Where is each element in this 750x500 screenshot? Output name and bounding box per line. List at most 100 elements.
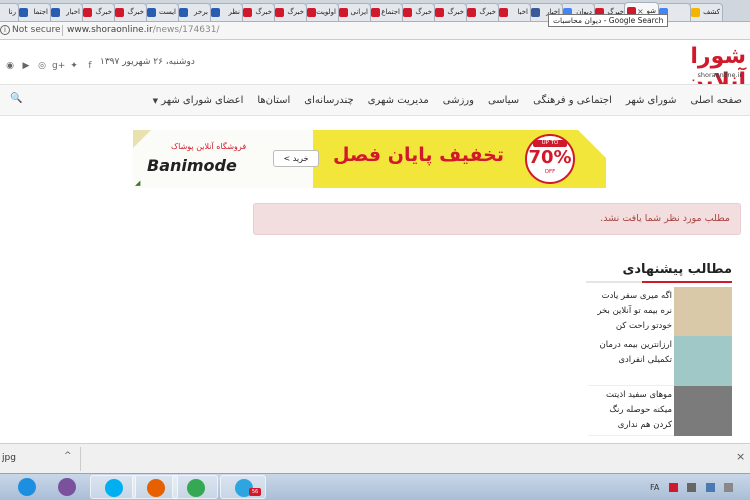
browser-tab[interactable]: ایست bbox=[144, 3, 179, 21]
rss-icon[interactable]: ◉ bbox=[4, 61, 16, 71]
banner-discount-badge: UP TO 70% OFF bbox=[525, 134, 575, 184]
tab-favicon-icon bbox=[467, 8, 476, 17]
browser-tab[interactable]: برخر bbox=[176, 3, 211, 21]
browser-tab[interactable]: اخبار bbox=[48, 3, 83, 21]
close-icon[interactable]: × bbox=[736, 450, 745, 463]
site-logo[interactable]: شورا آنلاین shoraonline.ir bbox=[628, 44, 747, 94]
taskbar-app[interactable] bbox=[172, 475, 218, 499]
nav-item[interactable]: مدیریت شهری bbox=[368, 95, 429, 106]
browser-tab[interactable]: خبرگ bbox=[240, 3, 275, 21]
browser-tab[interactable]: رنا bbox=[0, 3, 19, 21]
suggested-thumbnail[interactable] bbox=[674, 336, 732, 386]
nav-item[interactable]: ورزشی bbox=[443, 95, 474, 106]
tab-label: اجتما bbox=[33, 8, 48, 16]
search-icon[interactable]: 🔍 bbox=[10, 93, 22, 104]
nav-item[interactable]: سیاسی bbox=[488, 95, 519, 106]
suggested-thumbnail[interactable] bbox=[674, 287, 732, 337]
suggested-item[interactable]: موهای سفید اذیتت میکنه حوصله رنگ کردن هم… bbox=[588, 386, 732, 436]
tab-label: نظر bbox=[228, 8, 240, 16]
suggested-item[interactable]: ارزانترین بیمه درمان تکمیلی انفرادی bbox=[588, 336, 732, 386]
browser-tab[interactable]: اولویت bbox=[304, 3, 339, 21]
nav-item[interactable]: شورای شهر bbox=[626, 95, 677, 106]
download-filename[interactable]: jpg bbox=[2, 453, 16, 463]
tray-flag-icon[interactable] bbox=[687, 482, 697, 492]
suggested-item-title[interactable]: موهای سفید اذیتت میکنه حوصله رنگ کردن هم… bbox=[588, 388, 672, 433]
security-label: Not secure bbox=[12, 25, 61, 35]
tab-favicon-icon bbox=[435, 8, 444, 17]
nav-items: صفحه اصلی شورای شهر اجتماعی و فرهنگی سیاسی و… bbox=[139, 93, 742, 106]
tab-label: اجتماع bbox=[381, 8, 400, 16]
nav-item-label: شورای شهر bbox=[625, 95, 677, 106]
nav-item[interactable]: چندرسانه‌ای bbox=[304, 95, 353, 106]
taskbar-app[interactable]: 56 bbox=[220, 475, 266, 499]
browser-tab[interactable]: اخبا bbox=[496, 3, 531, 21]
banner-ad[interactable]: فروشگاه آنلاین پوشاک Banimode خرید > تخف… bbox=[133, 130, 606, 188]
url-separator bbox=[62, 25, 63, 36]
social-links: ◉ ▶ ◎ g+ ✦ f bbox=[4, 58, 100, 71]
nav-item[interactable]: اعضای شورای شهر ▼ bbox=[153, 95, 244, 106]
suggested-item-title[interactable]: اگه میری سفر یادت نره بیمه تو آنلاین بخر… bbox=[588, 289, 672, 334]
firefox-icon bbox=[147, 479, 165, 497]
facebook-icon[interactable]: f bbox=[84, 61, 96, 71]
nav-item[interactable]: استان‌ها bbox=[257, 95, 290, 106]
chevron-up-icon[interactable]: ^ bbox=[64, 451, 72, 461]
security-indicator[interactable]: i Not secure bbox=[0, 25, 61, 35]
tab-favicon-icon bbox=[147, 8, 156, 17]
tray-volume-icon[interactable] bbox=[724, 482, 734, 492]
browser-tab[interactable]: خبرگ bbox=[112, 3, 147, 21]
browser-tab[interactable]: خبرگ bbox=[272, 3, 307, 21]
tray-network-icon[interactable] bbox=[705, 482, 715, 492]
suggested-item-title[interactable]: ارزانترین بیمه درمان تکمیلی انفرادی bbox=[588, 338, 672, 368]
url-text[interactable]: www.shoraonline.ir/news/174631/ bbox=[67, 25, 220, 35]
main-nav: صفحه اصلی شورای شهر اجتماعی و فرهنگی سیاسی و… bbox=[0, 84, 750, 116]
instagram-icon[interactable]: ◎ bbox=[36, 61, 48, 71]
banner-adchoice-icon: ◢ bbox=[135, 179, 141, 187]
browser-tab[interactable]: کشف bbox=[688, 3, 723, 21]
youtube-icon[interactable]: ▶ bbox=[20, 61, 32, 71]
system-tray: FA bbox=[650, 480, 739, 493]
browser-tab[interactable]: اجتما bbox=[16, 3, 51, 21]
tray-app-icon[interactable] bbox=[668, 482, 678, 492]
taskbar-app[interactable] bbox=[44, 475, 90, 499]
browser-tab[interactable]: اجتماع bbox=[368, 3, 403, 21]
nav-item-label: صفحه اصلی bbox=[690, 95, 742, 106]
tab-label: خبرگ bbox=[287, 8, 304, 16]
tab-favicon-icon bbox=[307, 8, 316, 17]
browser-tab[interactable]: نظر bbox=[208, 3, 243, 21]
browser-tab[interactable]: خبرگ bbox=[80, 3, 115, 21]
info-icon: i bbox=[0, 25, 10, 35]
nav-item-label: اعضای شورای شهر bbox=[161, 95, 244, 106]
tab-favicon-icon bbox=[51, 8, 60, 17]
suggested-item[interactable]: اگه میری سفر یادت نره بیمه تو آنلاین بخر… bbox=[588, 287, 732, 337]
tab-label: خبرگ bbox=[255, 8, 272, 16]
tab-label: برخر bbox=[194, 8, 208, 16]
chrome-icon bbox=[187, 479, 205, 497]
suggested-title: مطالب پیشنهادی bbox=[622, 262, 732, 277]
banner-sale-text: تخفیف پایان فصل bbox=[333, 144, 504, 166]
tab-favicon-icon bbox=[499, 8, 508, 17]
banner-buy-button[interactable]: خرید > bbox=[273, 150, 319, 167]
tab-favicon-icon bbox=[115, 8, 124, 17]
tab-label: ایست bbox=[158, 8, 176, 16]
nav-item[interactable]: اجتماعی و فرهنگی bbox=[533, 95, 612, 106]
suggested-underline-accent bbox=[642, 281, 732, 283]
taskbar-app[interactable] bbox=[90, 475, 136, 499]
taskbar: FA 56 bbox=[0, 473, 750, 500]
browser-tab[interactable]: خبرگ bbox=[400, 3, 435, 21]
tab-favicon-icon bbox=[83, 8, 92, 17]
nav-item[interactable]: صفحه اصلی bbox=[691, 95, 742, 106]
google-plus-icon[interactable]: g+ bbox=[52, 61, 65, 71]
badge-off: OFF bbox=[544, 169, 556, 175]
suggested-thumbnail[interactable] bbox=[674, 386, 732, 436]
tab-label: رنا bbox=[8, 8, 16, 16]
language-indicator[interactable]: FA bbox=[650, 483, 659, 492]
tab-tooltip: Google Search - دیوان محاسبات bbox=[548, 14, 669, 27]
not-found-alert: مطلب مورد نظر شما یافت نشد. bbox=[253, 203, 741, 235]
tab-label: خبرگ bbox=[95, 8, 112, 16]
banner-corner-triangle bbox=[133, 130, 151, 148]
browser-tab[interactable]: خبرگ bbox=[464, 3, 499, 21]
nav-item-label: مدیریت شهری bbox=[367, 95, 429, 106]
browser-tab[interactable]: ایرانی bbox=[336, 3, 371, 21]
twitter-icon[interactable]: ✦ bbox=[68, 61, 80, 71]
browser-tab[interactable]: خبرگ bbox=[432, 3, 467, 21]
